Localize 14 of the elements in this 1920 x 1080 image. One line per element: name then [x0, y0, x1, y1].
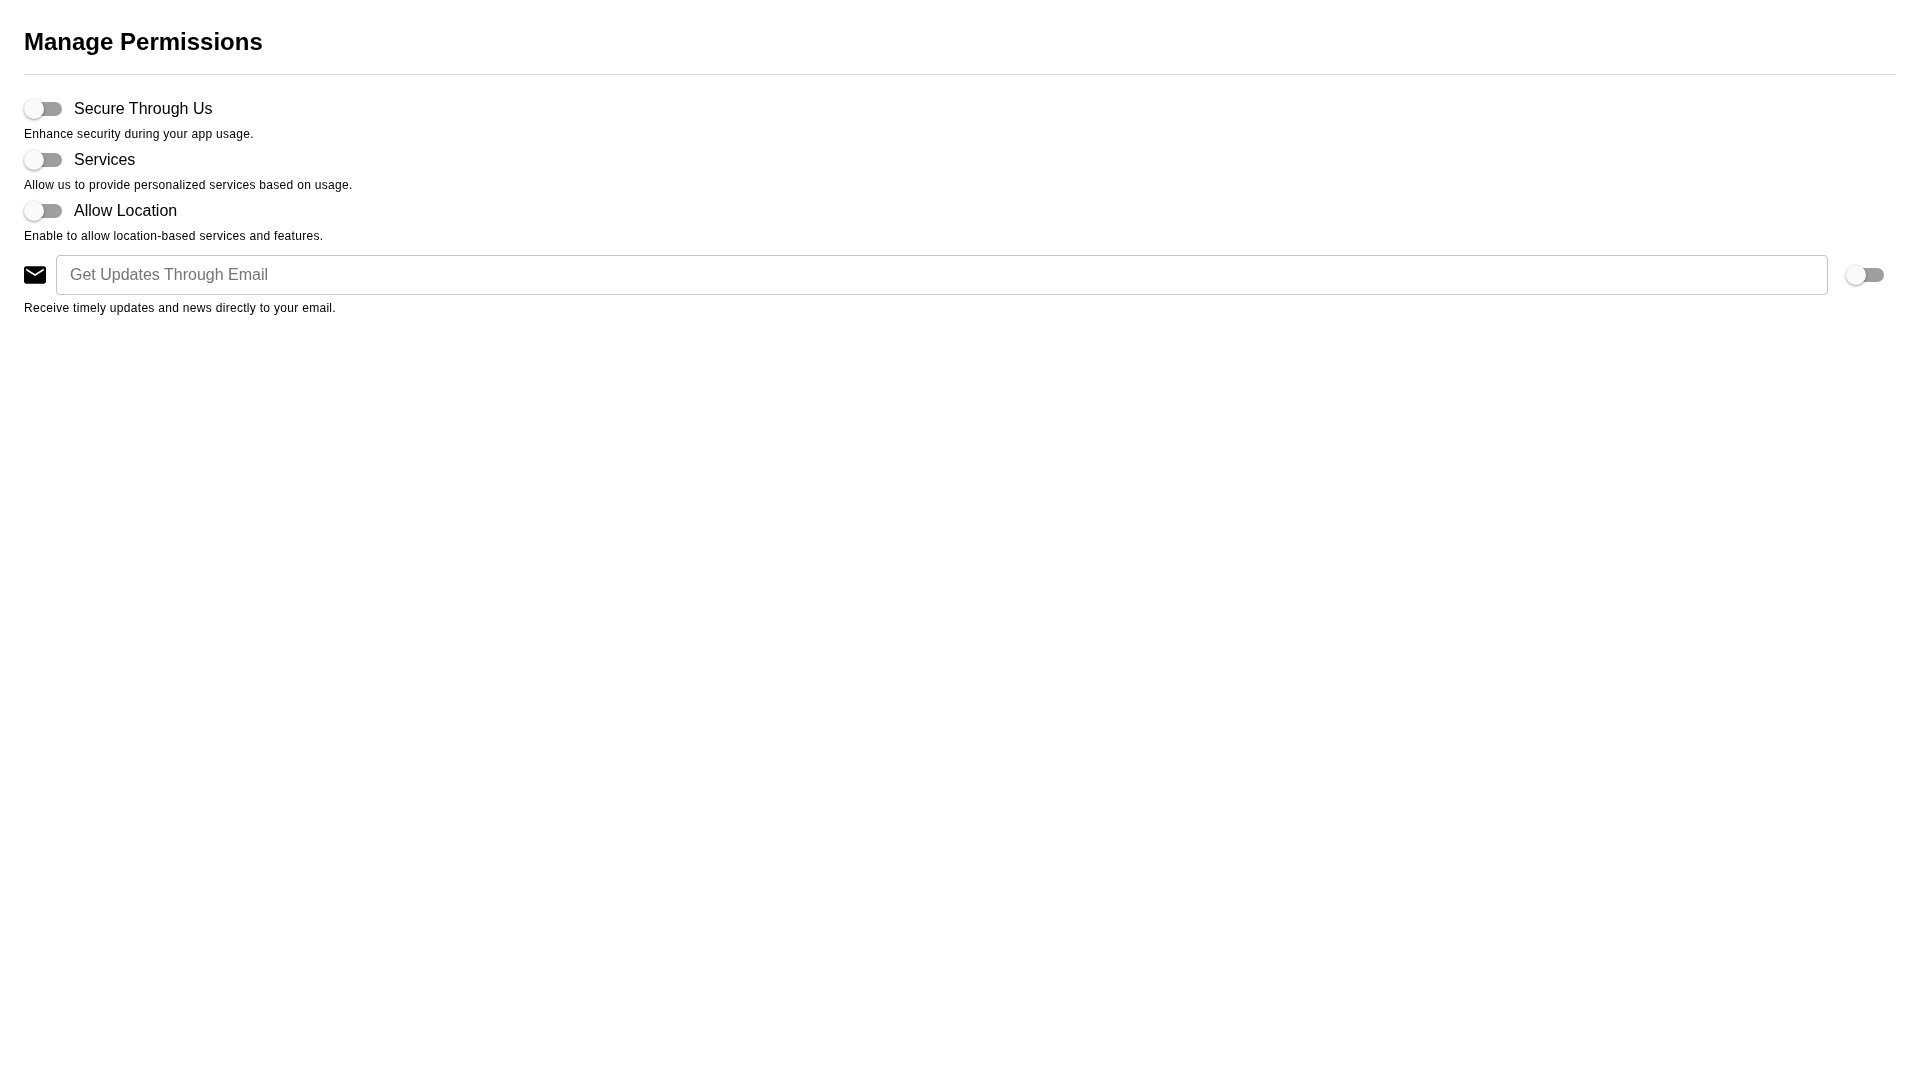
toggle-switch[interactable]	[24, 150, 62, 170]
mail-icon	[24, 264, 46, 286]
description-text: Allow us to provide personalized services based on usage.	[24, 178, 353, 192]
toggle-label: Allow Location	[74, 202, 178, 220]
page-title: Manage Permissions	[24, 27, 264, 57]
toggle-switch[interactable]	[1846, 265, 1884, 285]
toggle-switch[interactable]	[24, 201, 62, 221]
toggle-switch[interactable]	[24, 99, 62, 119]
description-text: Enhance security during your app usage.	[24, 127, 254, 141]
description-text: Receive timely updates and news directly to your email.	[24, 301, 336, 315]
toggle-label: Secure Through Us	[74, 100, 213, 118]
toggle-label: Services	[74, 151, 136, 169]
email-field[interactable]: Get Updates Through Email	[56, 255, 1828, 295]
description-text: Enable to allow location-based services and features.	[24, 229, 324, 243]
